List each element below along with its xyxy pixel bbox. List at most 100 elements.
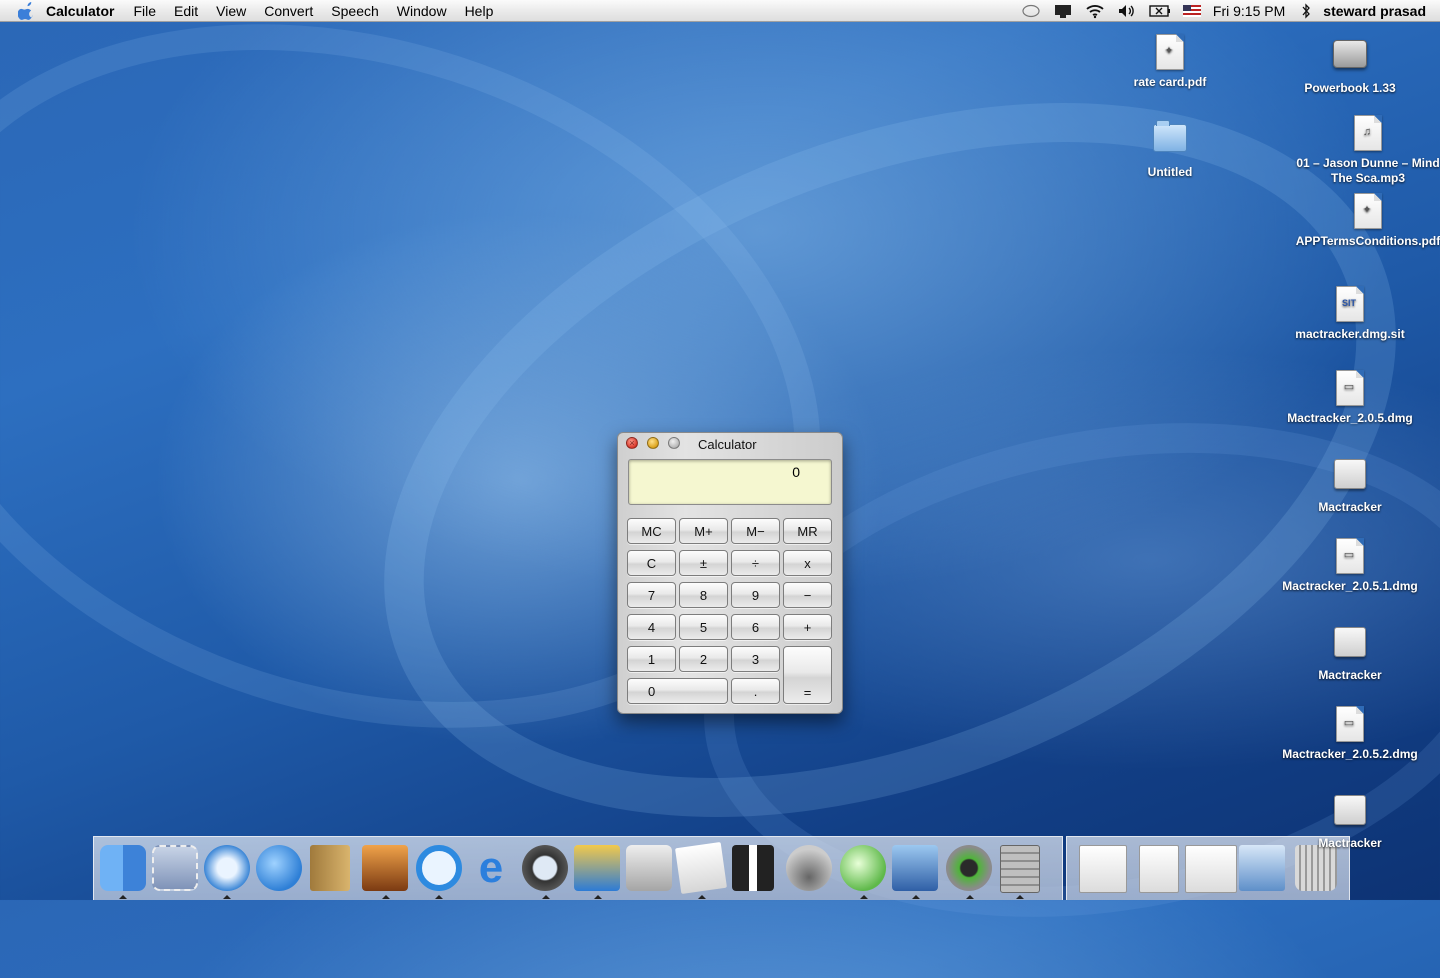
desktop-icon-mactracker-volume[interactable]: Mactracker [1270, 622, 1430, 683]
app-menu[interactable]: Calculator [46, 3, 114, 19]
close-button[interactable]: × [626, 437, 638, 449]
menu-window[interactable]: Window [397, 3, 447, 19]
sign-toggle-button[interactable]: ± [679, 550, 728, 576]
desktop-icon-dmg-2051[interactable]: ▭ Mactracker_2.0.5.1.dmg [1270, 538, 1430, 594]
desktop-icon-untitled[interactable]: Untitled [1090, 116, 1250, 180]
quicktime-icon[interactable] [416, 845, 462, 891]
memory-recall-button[interactable]: MR [783, 518, 832, 544]
window-title: Calculator [698, 437, 757, 452]
safari-icon[interactable] [204, 845, 250, 891]
music-document-icon: ♫ [1354, 115, 1382, 151]
desktop-icon-appterms[interactable]: ✦ APPTermsConditions.pdf [1288, 193, 1440, 249]
display-value: 0 [792, 464, 800, 480]
desktop-icon-label: Mactracker_2.0.5.1.dmg [1282, 579, 1418, 593]
calculator-icon[interactable] [1000, 845, 1040, 893]
desktop-icon-mactracker-sit[interactable]: SIT mactracker.dmg.sit [1270, 286, 1430, 342]
wifi-icon[interactable] [1085, 3, 1105, 19]
mounted-volume-icon [1334, 795, 1366, 825]
mail-stamp-icon[interactable] [152, 845, 198, 891]
desktop-icon-mactracker-volume[interactable]: Mactracker [1270, 790, 1430, 851]
digit-4-button[interactable]: 4 [627, 614, 676, 640]
sherlock-icon[interactable] [522, 845, 568, 891]
display-icon[interactable] [1053, 3, 1073, 19]
imovie-icon[interactable] [574, 845, 620, 891]
user-menu[interactable]: steward prasad [1323, 3, 1426, 19]
desktop-icon-label: Mactracker [1318, 836, 1382, 850]
digit-9-button[interactable]: 9 [731, 582, 780, 608]
ichat-icon[interactable] [256, 845, 302, 891]
network-icon[interactable] [1239, 845, 1285, 891]
wallpaper-swoosh [0, 0, 913, 843]
desktop-icon-dmg-205[interactable]: ▭ Mactracker_2.0.5.dmg [1270, 370, 1430, 426]
menu-file[interactable]: File [133, 3, 156, 19]
minus-button[interactable]: − [783, 582, 832, 608]
document-icon[interactable] [1185, 845, 1237, 893]
desktop-icon-label: 01 – Jason Dunne – Mind The Sca.mp3 [1296, 156, 1440, 185]
digit-8-button[interactable]: 8 [679, 582, 728, 608]
desktop-icon-rate-card[interactable]: ✦ rate card.pdf [1090, 34, 1250, 90]
zoom-button[interactable] [668, 437, 680, 449]
network-utility-icon[interactable] [786, 845, 832, 891]
menu-convert[interactable]: Convert [264, 3, 313, 19]
apple-menu-icon[interactable] [18, 1, 36, 20]
memory-clear-button[interactable]: MC [627, 518, 676, 544]
wallpaper-swoosh [278, 0, 1440, 956]
document-icon[interactable] [1079, 845, 1127, 893]
battery-icon[interactable] [1149, 4, 1171, 18]
internet-explorer-icon[interactable]: e [468, 845, 514, 891]
digit-6-button[interactable]: 6 [731, 614, 780, 640]
memory-add-button[interactable]: M+ [679, 518, 728, 544]
folder-icon [1153, 120, 1187, 152]
desktop-icon-mp3[interactable]: ♫ 01 – Jason Dunne – Mind The Sca.mp3 [1288, 115, 1440, 186]
digit-7-button[interactable]: 7 [627, 582, 676, 608]
minimize-button[interactable] [647, 437, 659, 449]
plus-button[interactable]: + [783, 614, 832, 640]
ipod-updater-icon[interactable] [946, 845, 992, 891]
menu-bar: Calculator File Edit View Convert Speech… [0, 0, 1440, 22]
trash-icon[interactable] [1295, 845, 1337, 891]
menu-speech[interactable]: Speech [331, 3, 378, 19]
volume-icon[interactable] [1117, 3, 1137, 19]
desktop-icon-label: Mactracker_2.0.5.dmg [1287, 411, 1413, 425]
divide-button[interactable]: ÷ [731, 550, 780, 576]
hard-drive-icon [1333, 40, 1367, 68]
system-preferences-icon[interactable] [626, 845, 672, 891]
digit-5-button[interactable]: 5 [679, 614, 728, 640]
calculator-display: 0 [628, 459, 832, 505]
running-indicator [119, 895, 127, 899]
menu-help[interactable]: Help [465, 3, 494, 19]
finder-icon[interactable] [100, 845, 146, 891]
address-book-icon[interactable] [310, 845, 350, 891]
textedit-icon[interactable] [675, 842, 727, 894]
memory-subtract-button[interactable]: M− [731, 518, 780, 544]
desktop-icon-mactracker-volume[interactable]: Mactracker [1270, 454, 1430, 515]
clear-button[interactable]: C [627, 550, 676, 576]
digit-1-button[interactable]: 1 [627, 646, 676, 672]
flag-icon[interactable] [1182, 4, 1201, 17]
running-indicator [698, 895, 706, 899]
digit-0-button[interactable]: 0 [627, 678, 728, 704]
running-indicator [542, 895, 550, 899]
itunes-icon[interactable] [840, 845, 886, 891]
multiply-button[interactable]: x [783, 550, 832, 576]
window-titlebar[interactable]: × Calculator [618, 433, 842, 455]
menu-view[interactable]: View [216, 3, 246, 19]
desktop-icon-label: rate card.pdf [1133, 75, 1207, 89]
iphoto-icon[interactable] [362, 845, 408, 891]
running-indicator [912, 895, 920, 899]
sync-icon[interactable] [1021, 4, 1041, 18]
equals-button[interactable]: = [783, 646, 832, 704]
tux-icon[interactable] [732, 845, 774, 891]
digit-3-button[interactable]: 3 [731, 646, 780, 672]
decimal-point-button[interactable]: . [731, 678, 780, 704]
document-icon[interactable] [1139, 845, 1179, 893]
preview-icon[interactable] [892, 845, 938, 891]
desktop-icon-dmg-2052[interactable]: ▭ Mactracker_2.0.5.2.dmg [1270, 706, 1430, 762]
calculator-window: × Calculator 0 MC M+ M− MR C ± ÷ x 7 8 9… [617, 432, 843, 714]
menubar-clock[interactable]: Fri 9:15 PM [1213, 3, 1285, 19]
bluetooth-icon[interactable] [1301, 2, 1311, 19]
menu-edit[interactable]: Edit [174, 3, 198, 19]
digit-2-button[interactable]: 2 [679, 646, 728, 672]
desktop-icon-label: Mactracker_2.0.5.2.dmg [1282, 747, 1418, 761]
desktop-icon-powerbook[interactable]: Powerbook 1.33 [1270, 34, 1430, 96]
